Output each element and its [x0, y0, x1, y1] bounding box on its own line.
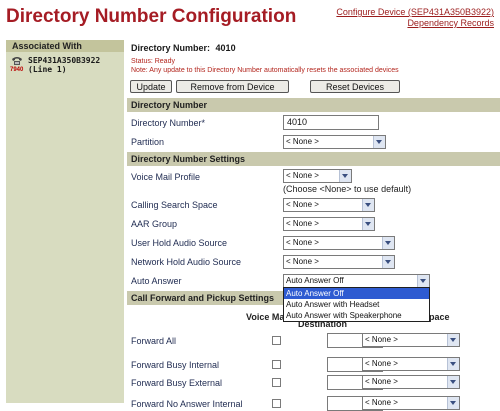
- voicemail-profile-label: Voice Mail Profile: [131, 172, 201, 182]
- forward-css-value: < None >: [365, 377, 398, 386]
- dependency-records-link[interactable]: Dependency Records: [407, 18, 494, 28]
- chevron-down-icon: [417, 275, 429, 287]
- network-hold-audio-label: Network Hold Audio Source: [131, 257, 242, 267]
- auto-answer-label: Auto Answer: [131, 276, 182, 286]
- network-hold-audio-select[interactable]: < None >: [283, 255, 395, 269]
- phone-icon[interactable]: [11, 56, 23, 66]
- chevron-down-icon: [362, 218, 374, 230]
- chevron-down-icon: [447, 334, 459, 346]
- aar-group-select[interactable]: < None >: [283, 217, 375, 231]
- user-hold-audio-value: < None >: [286, 238, 319, 247]
- forward-css-select[interactable]: < None >: [362, 357, 460, 371]
- forward-voicemail-checkbox[interactable]: [272, 360, 281, 369]
- associated-device-link[interactable]: SEP431A350B3922 (Line 1): [28, 56, 100, 74]
- dn-settings-section-header: Directory Number Settings: [127, 152, 500, 166]
- forward-css-select[interactable]: < None >: [362, 375, 460, 389]
- associated-devices-panel: Associated With 7940 SEP431A350B3922 (Li…: [6, 40, 124, 403]
- partition-select[interactable]: < None >: [283, 135, 386, 149]
- forward-voicemail-checkbox[interactable]: [272, 378, 281, 387]
- forward-row-label: Forward No Answer Internal: [131, 399, 243, 409]
- forward-voicemail-checkbox[interactable]: [272, 336, 281, 345]
- calling-search-space-value: < None >: [286, 200, 319, 209]
- directory-number-label: Directory Number*: [131, 118, 206, 128]
- directory-number-input[interactable]: 4010: [283, 115, 379, 130]
- forward-row-label: Forward Busy Internal: [131, 360, 220, 370]
- auto-answer-option[interactable]: Auto Answer with Speakerphone: [284, 310, 429, 321]
- voicemail-profile-value: < None >: [286, 171, 319, 180]
- forward-css-value: < None >: [365, 335, 398, 344]
- page-title: Directory Number Configuration: [6, 6, 297, 27]
- reset-note: Note: Any update to this Directory Numbe…: [131, 67, 399, 74]
- calling-search-space-label: Calling Search Space: [131, 200, 218, 210]
- voicemail-profile-select[interactable]: < None >: [283, 169, 352, 183]
- forward-css-value: < None >: [365, 359, 398, 368]
- partition-value: < None >: [286, 137, 319, 146]
- reset-devices-button[interactable]: Reset Devices: [310, 80, 400, 93]
- chevron-down-icon: [362, 199, 374, 211]
- chevron-down-icon: [373, 136, 385, 148]
- aar-group-value: < None >: [286, 219, 319, 228]
- forward-row-label: Forward All: [131, 336, 177, 346]
- calling-search-space-select[interactable]: < None >: [283, 198, 375, 212]
- aar-group-label: AAR Group: [131, 219, 178, 229]
- chevron-down-icon: [447, 397, 459, 409]
- status-text: Status: Ready: [131, 58, 175, 65]
- device-model-label: 7940: [10, 67, 24, 73]
- forward-css-select[interactable]: < None >: [362, 333, 460, 347]
- forward-voicemail-checkbox[interactable]: [272, 399, 281, 408]
- associated-with-heading: Associated With: [6, 40, 124, 52]
- auto-answer-value: Auto Answer Off: [286, 276, 344, 285]
- call-forward-section-header: Call Forward and Pickup Settings: [127, 291, 285, 305]
- configure-device-link[interactable]: Configure Device (SEP431A350B3922): [336, 7, 494, 17]
- partition-label: Partition: [131, 137, 165, 147]
- auto-answer-dropdown-list: Auto Answer Off Auto Answer with Headset…: [283, 287, 430, 322]
- chevron-down-icon: [382, 237, 394, 249]
- chevron-down-icon: [447, 358, 459, 370]
- directory-number-section-header: Directory Number: [127, 98, 500, 112]
- remove-from-device-button[interactable]: Remove from Device: [176, 80, 289, 93]
- dn-summary-label: Directory Number:: [131, 43, 211, 53]
- update-button[interactable]: Update: [130, 80, 172, 93]
- auto-answer-select[interactable]: Auto Answer Off: [283, 274, 430, 288]
- device-name: SEP431A350B3922: [28, 56, 101, 65]
- user-hold-audio-select[interactable]: < None >: [283, 236, 395, 250]
- dn-summary: Directory Number: 4010: [131, 43, 236, 53]
- auto-answer-option[interactable]: Auto Answer Off: [284, 288, 429, 299]
- chevron-down-icon: [339, 170, 351, 182]
- user-hold-audio-label: User Hold Audio Source: [131, 238, 228, 248]
- network-hold-audio-value: < None >: [286, 257, 319, 266]
- chevron-down-icon: [447, 376, 459, 388]
- auto-answer-option[interactable]: Auto Answer with Headset: [284, 299, 429, 310]
- voicemail-hint: (Choose <None> to use default): [283, 184, 412, 194]
- forward-row-label: Forward Busy External: [131, 378, 223, 388]
- forward-css-select[interactable]: < None >: [362, 396, 460, 410]
- dn-summary-value: 4010: [215, 43, 236, 53]
- device-line: (Line 1): [28, 65, 67, 74]
- chevron-down-icon: [382, 256, 394, 268]
- main-form: Directory Number: 4010 Status: Ready Not…: [125, 40, 500, 411]
